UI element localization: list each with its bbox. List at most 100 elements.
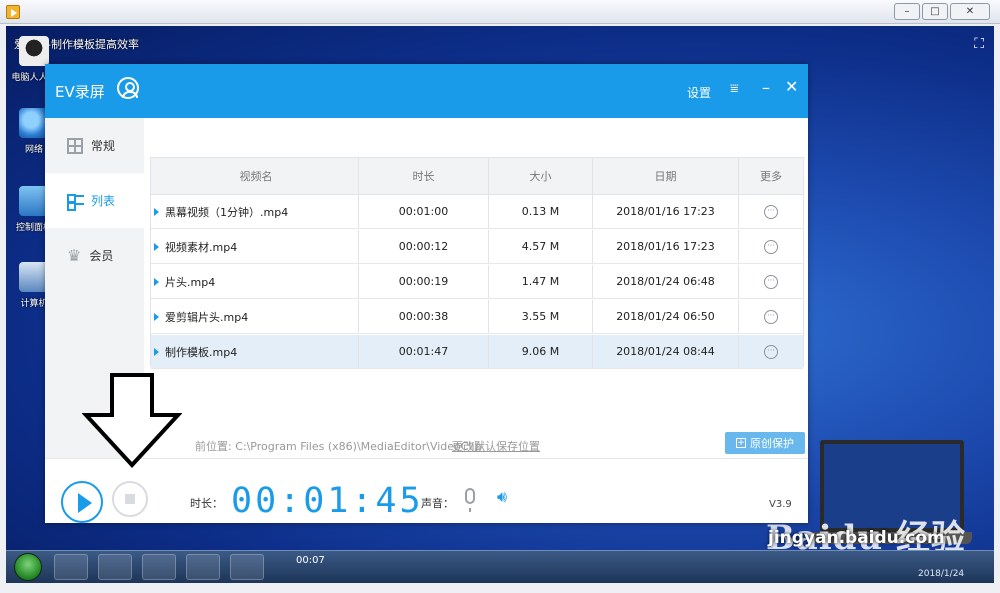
taskbar-folder-icon[interactable] bbox=[186, 554, 220, 580]
more-options-icon[interactable]: ··· bbox=[764, 309, 778, 324]
table-row[interactable]: 爱剪辑片头.mp4 00:00:38 3.55 M 2018/01/24 06:… bbox=[151, 300, 803, 334]
list-icon bbox=[67, 193, 84, 211]
sidebar-item-list[interactable]: 列表 bbox=[45, 173, 144, 228]
fullscreen-icon[interactable]: ⛶ bbox=[974, 36, 984, 52]
row-name: 制作模板.mp4 bbox=[165, 345, 238, 359]
row-name: 爱剪辑片头.mp4 bbox=[165, 310, 249, 324]
row-date: 2018/01/16 17:23 bbox=[593, 230, 739, 263]
change-save-path-link[interactable]: 更改默认保存位置 bbox=[452, 438, 540, 454]
stop-record-button[interactable] bbox=[112, 481, 148, 517]
play-triangle-icon[interactable] bbox=[154, 277, 159, 286]
row-name-cell: 黑幕视频（1分钟）.mp4 bbox=[151, 195, 359, 228]
more-options-icon[interactable]: ··· bbox=[764, 204, 778, 219]
ev-header: EV录屏 设置 ⩸ – ✕ bbox=[45, 64, 808, 118]
row-more-cell: ··· bbox=[739, 230, 803, 263]
user-icon[interactable] bbox=[117, 77, 139, 99]
sidebar-item-label: 列表 bbox=[91, 194, 116, 208]
row-duration: 00:00:38 bbox=[359, 300, 489, 333]
table-row[interactable]: 片头.mp4 00:00:19 1.47 M 2018/01/24 06:48 … bbox=[151, 265, 803, 299]
more-options-icon[interactable]: ··· bbox=[764, 274, 778, 289]
play-triangle-icon[interactable] bbox=[154, 347, 159, 356]
save-path-bar: 前位置: C:\Program Files (x86)\MediaEditor\… bbox=[195, 438, 482, 454]
row-more-cell: ··· bbox=[739, 195, 803, 228]
window-controls: – □ ✕ bbox=[894, 3, 990, 20]
row-duration: 00:01:00 bbox=[359, 195, 489, 228]
start-record-button[interactable] bbox=[61, 481, 103, 523]
column-header-size[interactable]: 大小 bbox=[489, 158, 593, 194]
play-triangle-icon[interactable] bbox=[154, 242, 159, 251]
taskbar-ev-icon[interactable] bbox=[142, 554, 176, 580]
column-header-date[interactable]: 日期 bbox=[593, 158, 739, 194]
table-row[interactable]: 视频素材.mp4 00:00:12 4.57 M 2018/01/16 17:2… bbox=[151, 230, 803, 264]
table-row[interactable]: 黑幕视频（1分钟）.mp4 00:01:00 0.13 M 2018/01/16… bbox=[151, 195, 803, 229]
microphone-icon[interactable] bbox=[465, 488, 475, 512]
record-timer: 00:01:45 bbox=[231, 481, 424, 521]
sidebar-item-label: 会员 bbox=[89, 249, 114, 263]
row-duration: 00:00:19 bbox=[359, 265, 489, 298]
row-name: 黑幕视频（1分钟）.mp4 bbox=[165, 205, 289, 219]
sidebar-item-label: 常规 bbox=[91, 139, 116, 153]
baidu-url-watermark: jingyan.baidu.com bbox=[768, 528, 945, 548]
crown-icon: ♛ bbox=[67, 245, 82, 265]
player-titlebar: – □ ✕ bbox=[0, 0, 1000, 24]
grid-icon bbox=[67, 137, 83, 154]
taskbar-ie-icon[interactable] bbox=[54, 554, 88, 580]
column-header-name[interactable]: 视频名 bbox=[151, 158, 359, 194]
row-size: 1.47 M bbox=[489, 265, 593, 298]
more-options-icon[interactable]: ··· bbox=[764, 344, 778, 359]
play-triangle-icon[interactable] bbox=[154, 207, 159, 216]
row-size: 4.57 M bbox=[489, 230, 593, 263]
row-date: 2018/01/24 08:44 bbox=[593, 335, 739, 368]
row-name: 视频素材.mp4 bbox=[165, 240, 238, 254]
save-path-value: C:\Program Files (x86)\MediaEditor\Video… bbox=[235, 440, 482, 453]
row-size: 9.06 M bbox=[489, 335, 593, 368]
speaker-icon[interactable]: 🔊︎ bbox=[497, 487, 507, 507]
row-more-cell: ··· bbox=[739, 265, 803, 298]
table-header: 视频名 时长 大小 日期 更多 bbox=[151, 158, 803, 195]
column-header-duration[interactable]: 时长 bbox=[359, 158, 489, 194]
ev-app-title: EV录屏 bbox=[55, 83, 105, 101]
row-name-cell: 片头.mp4 bbox=[151, 265, 359, 298]
row-name-cell: 视频素材.mp4 bbox=[151, 230, 359, 263]
save-path-label: 前位置: bbox=[195, 440, 232, 453]
close-button[interactable]: ✕ bbox=[950, 3, 990, 20]
row-name-cell: 爱剪辑片头.mp4 bbox=[151, 300, 359, 333]
row-more-cell: ··· bbox=[739, 335, 803, 368]
row-more-cell: ··· bbox=[739, 300, 803, 333]
taskbar-time: 00:07 bbox=[296, 555, 325, 566]
sidebar-item-member[interactable]: ♛ 会员 bbox=[45, 228, 144, 283]
table-row[interactable]: 制作模板.mp4 00:01:47 9.06 M 2018/01/24 08:4… bbox=[151, 335, 803, 369]
row-duration: 00:00:12 bbox=[359, 230, 489, 263]
taskbar-chrome-icon[interactable] bbox=[98, 554, 132, 580]
plus-shield-icon: + bbox=[736, 438, 746, 448]
ev-minimize-icon[interactable]: – bbox=[762, 78, 770, 97]
taskbar-explorer-icon[interactable] bbox=[230, 554, 264, 580]
taskbar: 00:07 2018/1/24 bbox=[6, 550, 994, 583]
row-duration: 00:01:47 bbox=[359, 335, 489, 368]
more-options-icon[interactable]: ··· bbox=[764, 239, 778, 254]
ev-close-icon[interactable]: ✕ bbox=[785, 77, 798, 96]
original-protection-button[interactable]: + 原创保护 bbox=[725, 432, 805, 454]
column-header-more: 更多 bbox=[760, 170, 782, 183]
row-date: 2018/01/24 06:48 bbox=[593, 265, 739, 298]
desktop-icon-label: 网络 bbox=[24, 145, 43, 155]
sidebar-item-general[interactable]: 常规 bbox=[45, 118, 144, 173]
start-button[interactable] bbox=[14, 553, 42, 581]
sound-label: 声音： bbox=[421, 497, 454, 510]
settings-button[interactable]: 设置 bbox=[687, 84, 711, 101]
row-size: 3.55 M bbox=[489, 300, 593, 333]
row-name-cell: 制作模板.mp4 bbox=[151, 335, 359, 368]
minimize-button[interactable]: – bbox=[894, 3, 920, 20]
dropdown-menu-icon[interactable]: ⩸ bbox=[730, 81, 739, 97]
row-date: 2018/01/24 06:50 bbox=[593, 300, 739, 333]
video-list-table: 视频名 时长 大小 日期 更多 黑幕视频（1分钟）.mp4 00:01:00 0… bbox=[150, 157, 804, 369]
row-date: 2018/01/16 17:23 bbox=[593, 195, 739, 228]
maximize-button[interactable]: □ bbox=[922, 3, 948, 20]
taskbar-date: 2018/1/24 bbox=[918, 569, 965, 579]
player-app-icon bbox=[6, 5, 20, 19]
row-name: 片头.mp4 bbox=[165, 275, 216, 289]
row-size: 0.13 M bbox=[489, 195, 593, 228]
arrow-shape bbox=[82, 373, 182, 468]
protect-button-label: 原创保护 bbox=[750, 437, 794, 450]
play-triangle-icon[interactable] bbox=[154, 312, 159, 321]
